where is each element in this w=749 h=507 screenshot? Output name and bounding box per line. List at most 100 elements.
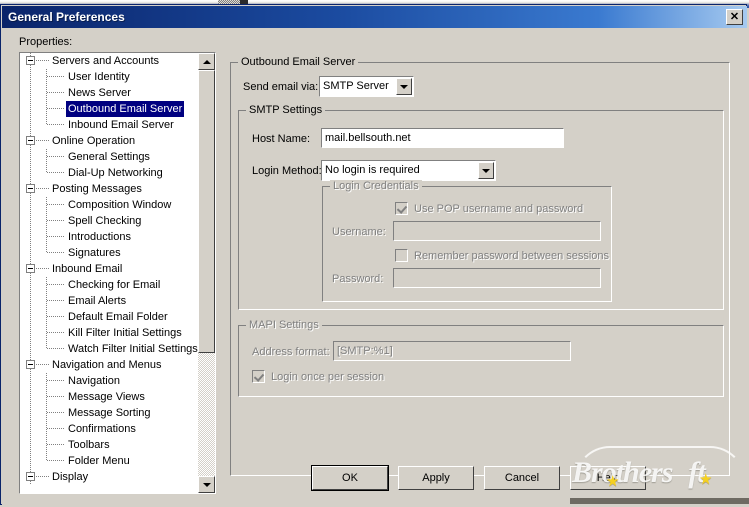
tree-item-label: Inbound Email Server bbox=[68, 119, 174, 131]
tree-item-label: Navigation bbox=[68, 375, 120, 387]
tree-item-label: News Server bbox=[68, 87, 131, 99]
tree-item-label: Default Email Folder bbox=[68, 311, 168, 323]
tree-connector-line bbox=[47, 236, 65, 237]
tree-item-folder-menu[interactable]: Folder Menu bbox=[20, 453, 198, 469]
tree-item-posting-messages[interactable]: Posting Messages bbox=[20, 181, 198, 197]
collapse-icon[interactable] bbox=[26, 56, 35, 65]
tree-item-general-settings[interactable]: General Settings bbox=[20, 149, 198, 165]
tree-item-spell-checking[interactable]: Spell Checking bbox=[20, 213, 198, 229]
tree-child-line bbox=[46, 101, 47, 117]
tree-child-line bbox=[46, 373, 47, 389]
cancel-button[interactable]: Cancel bbox=[484, 466, 560, 490]
scroll-down-button[interactable] bbox=[198, 476, 215, 493]
tree-item-navigation[interactable]: Navigation bbox=[20, 373, 198, 389]
tree-trunk-line bbox=[30, 325, 31, 341]
remember-password-checkbox bbox=[395, 249, 408, 262]
close-icon[interactable]: ✕ bbox=[726, 9, 743, 25]
tree-item-outbound-email-server[interactable]: Outbound Email Server bbox=[20, 101, 198, 117]
help-button[interactable]: Help bbox=[570, 466, 646, 490]
login-method-dropdown[interactable]: No login is required bbox=[321, 160, 496, 181]
tree-connector-line bbox=[47, 172, 65, 173]
tree-connector-line bbox=[47, 284, 65, 285]
tree-trunk-line bbox=[30, 309, 31, 325]
send-email-via-dropdown[interactable]: SMTP Server bbox=[319, 76, 414, 97]
collapse-icon[interactable] bbox=[26, 264, 35, 273]
tree-item-online-operation[interactable]: Online Operation bbox=[20, 133, 198, 149]
tree-item-label: Kill Filter Initial Settings bbox=[68, 327, 182, 339]
properties-tree-rows[interactable]: Servers and Accounts User Identity News Se… bbox=[20, 53, 198, 493]
window-title: General Preferences bbox=[8, 10, 125, 24]
login-method-value: No login is required bbox=[325, 164, 420, 176]
tree-item-news-server[interactable]: News Server bbox=[20, 85, 198, 101]
chevron-down-icon bbox=[202, 482, 211, 487]
tree-item-label: Email Alerts bbox=[68, 295, 127, 307]
chevron-down-glyph bbox=[482, 168, 490, 173]
tree-item-label: Composition Window bbox=[68, 199, 172, 211]
title-bar[interactable]: General Preferences ✕ bbox=[2, 6, 747, 28]
tree-item-label: Introductions bbox=[68, 231, 131, 243]
properties-tree[interactable]: Servers and Accounts User Identity News Se… bbox=[19, 52, 216, 494]
tree-trunk-line bbox=[30, 69, 31, 85]
scroll-up-button[interactable] bbox=[198, 53, 215, 70]
password-input bbox=[393, 268, 601, 288]
chevron-down-icon[interactable] bbox=[478, 162, 494, 179]
tree-item-label: Confirmations bbox=[68, 423, 136, 435]
tree-item-label: General Settings bbox=[68, 151, 150, 163]
tree-scrollbar[interactable] bbox=[198, 53, 215, 493]
screenshot-root: General Preferences ✕ Properties: Server… bbox=[0, 0, 749, 507]
host-name-input[interactable]: mail.bellsouth.net bbox=[321, 128, 564, 148]
tree-child-line bbox=[46, 213, 47, 229]
tree-item-signatures[interactable]: Signatures bbox=[20, 245, 198, 261]
tree-child-line bbox=[46, 405, 47, 421]
tree-item-confirmations[interactable]: Confirmations bbox=[20, 421, 198, 437]
tree-item-introductions[interactable]: Introductions bbox=[20, 229, 198, 245]
ok-button[interactable]: OK bbox=[311, 465, 389, 491]
tree-item-inbound-email-server[interactable]: Inbound Email Server bbox=[20, 117, 198, 133]
tree-trunk-line bbox=[30, 85, 31, 101]
tree-child-line bbox=[46, 389, 47, 405]
mapi-group-legend: MAPI Settings bbox=[246, 319, 322, 331]
tree-item-checking-for-email[interactable]: Checking for Email bbox=[20, 277, 198, 293]
tree-item-dial-up-networking[interactable]: Dial-Up Networking bbox=[20, 165, 198, 181]
tree-connector-line bbox=[47, 428, 65, 429]
tree-item-user-identity[interactable]: User Identity bbox=[20, 69, 198, 85]
tree-child-line bbox=[46, 197, 47, 213]
chevron-down-icon[interactable] bbox=[396, 78, 412, 95]
tree-item-navigation-and-menus[interactable]: Navigation and Menus bbox=[20, 357, 198, 373]
tree-item-servers-and-accounts[interactable]: Servers and Accounts bbox=[20, 53, 198, 69]
tree-item-label: Watch Filter Initial Settings bbox=[68, 343, 198, 355]
chevron-down-glyph bbox=[400, 84, 408, 89]
collapse-icon[interactable] bbox=[26, 136, 35, 145]
tree-trunk-line bbox=[30, 245, 31, 261]
send-email-via-label: Send email via: bbox=[243, 81, 319, 93]
tree-item-kill-filter-initial-settings[interactable]: Kill Filter Initial Settings bbox=[20, 325, 198, 341]
tree-item-label: Checking for Email bbox=[68, 279, 161, 291]
scrollbar-thumb[interactable] bbox=[198, 70, 215, 353]
tree-item-watch-filter-initial-settings[interactable]: Watch Filter Initial Settings bbox=[20, 341, 198, 357]
tree-item-default-email-folder[interactable]: Default Email Folder bbox=[20, 309, 198, 325]
tree-connector-line bbox=[47, 76, 65, 77]
tree-child-line bbox=[46, 229, 47, 245]
tree-item-email-alerts[interactable]: Email Alerts bbox=[20, 293, 198, 309]
tree-item-label: Posting Messages bbox=[52, 183, 142, 195]
apply-button[interactable]: Apply bbox=[398, 466, 474, 490]
tree-item-display[interactable]: Display bbox=[20, 469, 198, 485]
tree-connector-line bbox=[36, 140, 50, 141]
tree-trunk-line bbox=[30, 341, 31, 357]
collapse-icon[interactable] bbox=[26, 184, 35, 193]
tree-connector-line bbox=[47, 204, 65, 205]
mapi-settings-group: MAPI Settings Address format: [SMTP:%1] … bbox=[238, 319, 724, 397]
collapse-icon[interactable] bbox=[26, 472, 35, 481]
tree-connector-line bbox=[47, 156, 65, 157]
tree-trunk-line bbox=[30, 149, 31, 165]
tree-child-line bbox=[46, 437, 47, 453]
tree-item-composition-window[interactable]: Composition Window bbox=[20, 197, 198, 213]
tree-item-message-views[interactable]: Message Views bbox=[20, 389, 198, 405]
tree-connector-line bbox=[36, 268, 50, 269]
tree-item-inbound-email[interactable]: Inbound Email bbox=[20, 261, 198, 277]
tree-connector-line bbox=[36, 60, 50, 61]
tree-item-toolbars[interactable]: Toolbars bbox=[20, 437, 198, 453]
collapse-icon[interactable] bbox=[26, 360, 35, 369]
tree-item-message-sorting[interactable]: Message Sorting bbox=[20, 405, 198, 421]
use-pop-credentials-label: Use POP username and password bbox=[414, 203, 584, 215]
